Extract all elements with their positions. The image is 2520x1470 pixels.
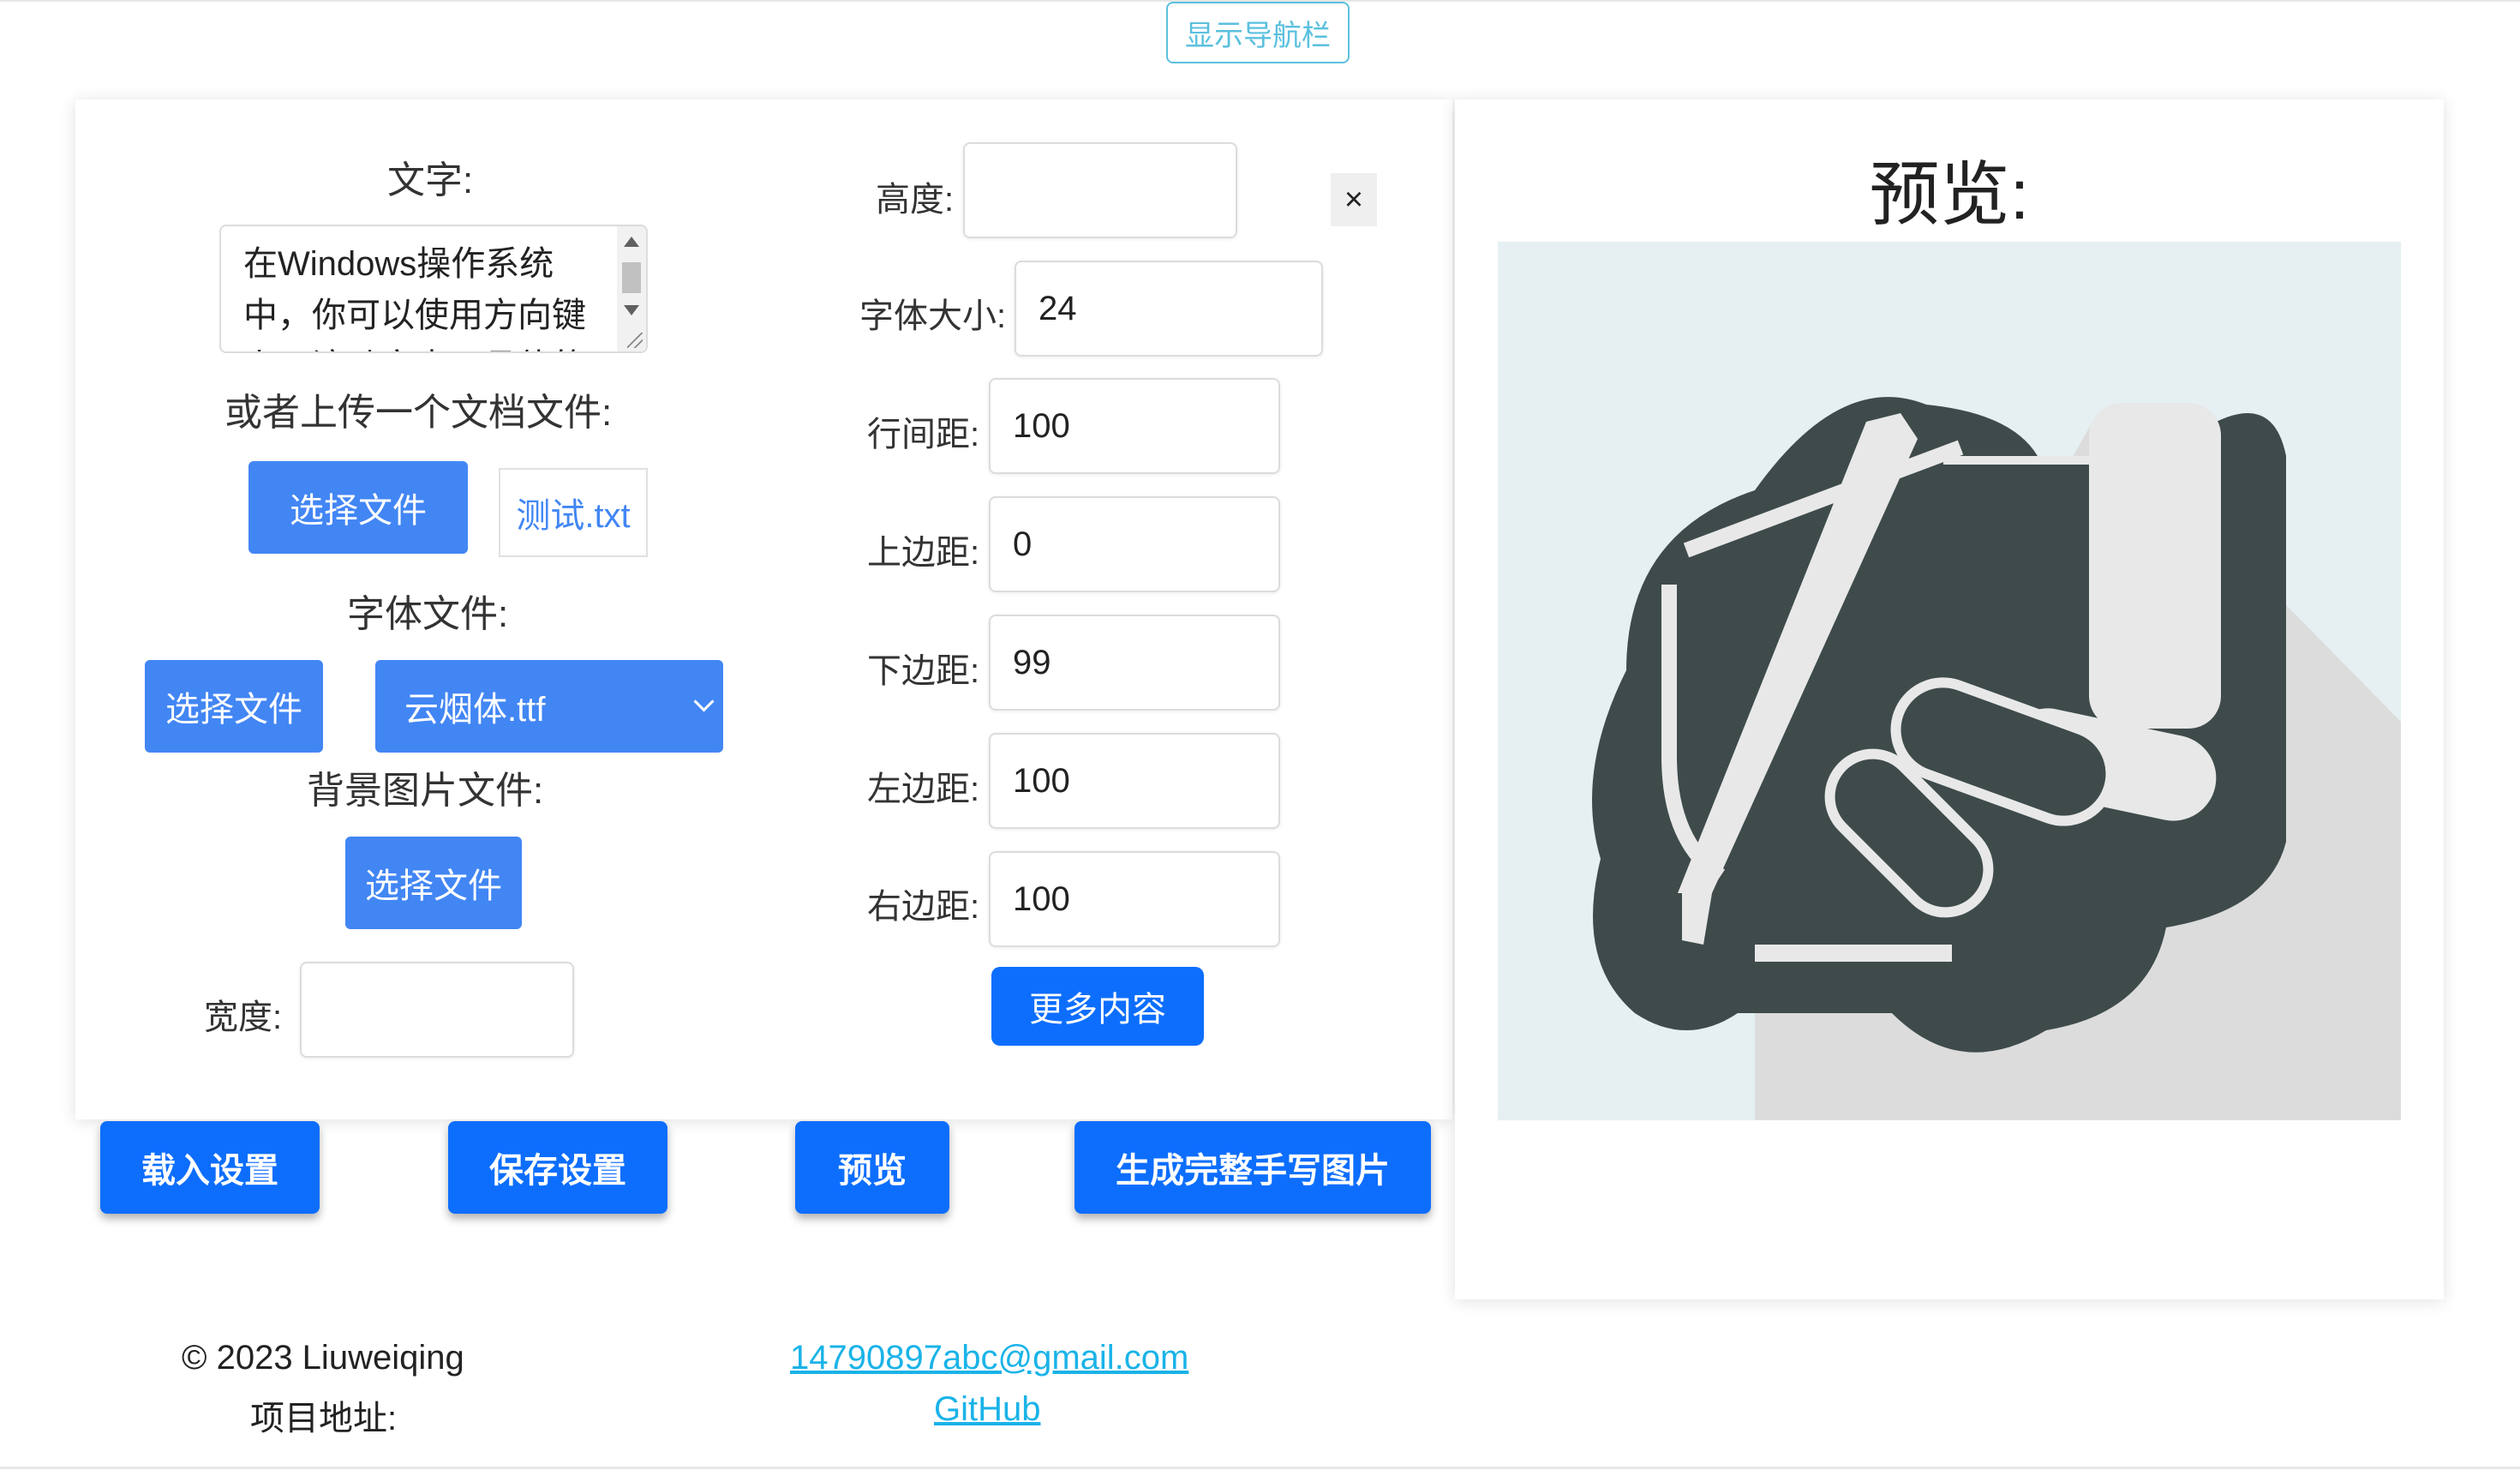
- line-spacing-label: 行间距:: [867, 416, 980, 453]
- load-settings-button[interactable]: 载入设置: [100, 1121, 320, 1214]
- doc-file-name: 测试.txt: [499, 468, 648, 557]
- line-spacing-input[interactable]: 100: [989, 378, 1280, 474]
- font-size-input[interactable]: 24: [1015, 261, 1323, 357]
- text-input-content: 在Windows操作系统中，你可以使用方向键上下滚动文本，具体的操作方法: [243, 245, 586, 351]
- font-select-value: 云烟体.ttf: [404, 691, 546, 729]
- top-margin-label: 上边距:: [867, 534, 980, 572]
- save-settings-button[interactable]: 保存设置: [448, 1121, 667, 1214]
- choose-doc-file-button[interactable]: 选择文件: [248, 461, 468, 554]
- right-margin-input[interactable]: 100: [989, 851, 1280, 947]
- scroll-up-icon[interactable]: [624, 237, 639, 247]
- more-button[interactable]: 更多内容: [991, 967, 1204, 1046]
- bottom-border: [0, 1467, 2520, 1469]
- bottom-margin-label: 下边距:: [867, 652, 980, 690]
- generate-button[interactable]: 生成完整手写图片: [1074, 1121, 1431, 1214]
- width-label: 宽度:: [204, 999, 283, 1036]
- top-margin-input[interactable]: 0: [989, 496, 1280, 592]
- height-input[interactable]: [963, 142, 1237, 238]
- text-label: 文字:: [387, 159, 474, 201]
- font-size-label: 字体大小:: [859, 297, 1007, 335]
- show-nav-button[interactable]: 显示导航栏: [1166, 2, 1350, 63]
- text-input[interactable]: 在Windows操作系统中，你可以使用方向键上下滚动文本，具体的操作方法: [219, 225, 648, 353]
- height-label: 高度:: [876, 181, 955, 219]
- left-margin-label: 左边距:: [867, 771, 980, 808]
- font-select[interactable]: 云烟体.ttf: [375, 660, 723, 753]
- preview-button[interactable]: 预览: [795, 1121, 949, 1214]
- upload-doc-label: 或者上传一个文档文件:: [224, 392, 613, 434]
- close-icon[interactable]: ×: [1331, 173, 1377, 226]
- handwriting-pen-hand-icon: [1592, 397, 2401, 1120]
- width-input[interactable]: [300, 962, 574, 1058]
- copyright-text: © 2023 Liuweiqing: [182, 1339, 464, 1377]
- bg-image-label: 背景图片文件:: [307, 770, 544, 812]
- resize-grip-icon[interactable]: [627, 333, 643, 348]
- choose-bg-image-button[interactable]: 选择文件: [345, 837, 522, 929]
- left-margin-input[interactable]: 100: [989, 733, 1280, 829]
- choose-font-file-button[interactable]: 选择文件: [145, 660, 323, 753]
- bottom-margin-input[interactable]: 99: [989, 615, 1280, 711]
- font-file-label: 字体文件:: [347, 593, 509, 635]
- email-link[interactable]: 14790897abc@gmail.com: [790, 1339, 1188, 1377]
- right-margin-label: 右边距:: [867, 888, 980, 926]
- preview-image: [1498, 242, 2401, 1120]
- github-link[interactable]: GitHub: [934, 1390, 1041, 1429]
- scroll-thumb[interactable]: [622, 262, 641, 293]
- chevron-down-icon: [693, 691, 715, 712]
- scroll-down-icon[interactable]: [624, 305, 639, 315]
- project-label: 项目地址:: [250, 1400, 398, 1437]
- preview-title: 预览:: [1869, 156, 2030, 234]
